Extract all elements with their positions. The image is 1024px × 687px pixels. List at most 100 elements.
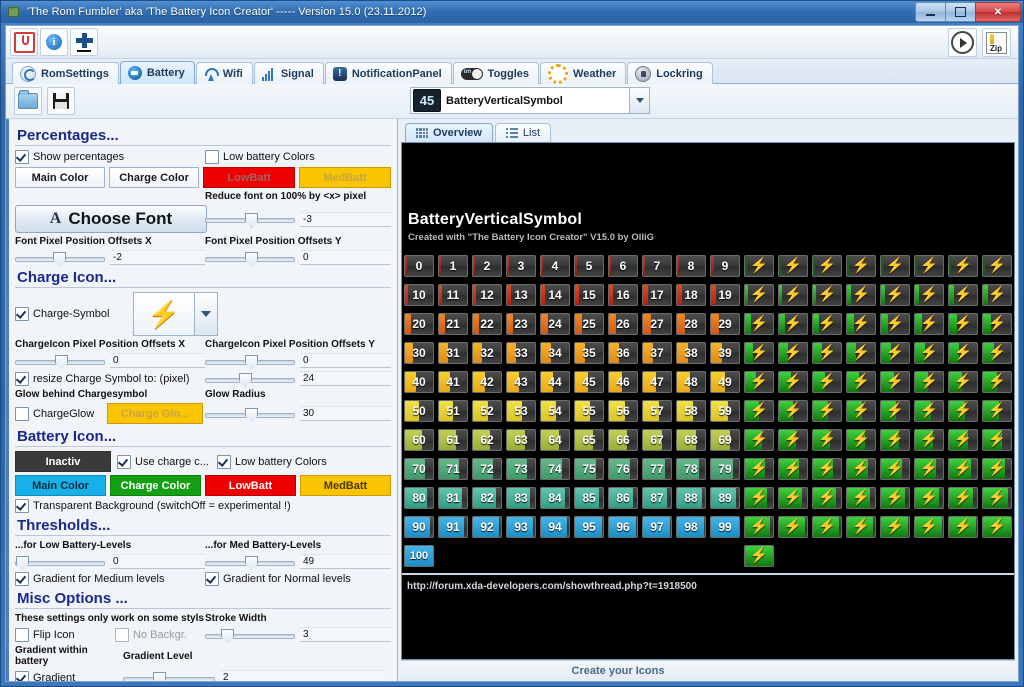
slider-knob[interactable] [55, 354, 68, 370]
battery-charging-cell[interactable]: ⚡ [912, 427, 946, 453]
battery-cell[interactable]: 60 [402, 427, 436, 453]
battery-cell[interactable]: 73 [504, 456, 538, 482]
battery-cell[interactable]: 13 [504, 282, 538, 308]
battery-charging-cell[interactable]: ⚡ [742, 340, 776, 366]
battery-charging-cell[interactable]: ⚡ [980, 398, 1014, 424]
battery-cell[interactable]: 6 [606, 253, 640, 279]
battery-cell[interactable]: 78 [674, 456, 708, 482]
gradient-medium-checkbox[interactable]: Gradient for Medium levels [15, 572, 205, 586]
battery-charging-cell[interactable]: ⚡ [742, 253, 776, 279]
gradient-level-slider[interactable] [123, 671, 215, 681]
battery-charging-cell[interactable]: ⚡ [912, 282, 946, 308]
battery-charging-cell[interactable]: ⚡ [776, 340, 810, 366]
glow-radius-slider[interactable] [205, 407, 295, 423]
battery-charging-cell[interactable]: ⚡ [776, 514, 810, 540]
battery-cell[interactable]: 100 [402, 543, 436, 569]
battery-charging-cell[interactable]: ⚡ [844, 456, 878, 482]
battery-charging-cell[interactable]: ⚡ [912, 253, 946, 279]
battery-charging-cell[interactable]: ⚡ [742, 456, 776, 482]
battery-charge-color-button[interactable]: Charge Color [110, 475, 201, 496]
battery-cell[interactable]: 86 [606, 485, 640, 511]
battery-charging-cell[interactable]: ⚡ [810, 398, 844, 424]
tab-lockring[interactable]: Lockring [627, 62, 713, 84]
battery-cell[interactable]: 8 [674, 253, 708, 279]
reduce-font-slider[interactable] [205, 212, 295, 228]
chargeicon-offset-x-slider[interactable] [15, 354, 105, 370]
battery-cell[interactable]: 68 [674, 427, 708, 453]
battery-charging-cell[interactable]: ⚡ [844, 340, 878, 366]
battery-charging-cell[interactable]: ⚡ [980, 253, 1014, 279]
battery-charging-cell[interactable]: ⚡ [912, 369, 946, 395]
chevron-down-icon[interactable] [630, 87, 650, 114]
battery-charging-cell[interactable]: ⚡ [742, 543, 776, 569]
battery-cell[interactable]: 41 [436, 369, 470, 395]
slider-knob[interactable] [53, 251, 66, 267]
battery-cell[interactable]: 26 [606, 311, 640, 337]
battery-cell[interactable]: 9 [708, 253, 742, 279]
battery-charging-cell[interactable]: ⚡ [776, 456, 810, 482]
battery-charging-cell[interactable]: ⚡ [844, 398, 878, 424]
battery-charging-cell[interactable]: ⚡ [980, 514, 1014, 540]
battery-charging-cell[interactable]: ⚡ [844, 253, 878, 279]
charge-symbol-dropdown[interactable] [195, 292, 218, 336]
battery-cell[interactable]: 71 [436, 456, 470, 482]
battery-charging-cell[interactable]: ⚡ [742, 369, 776, 395]
battery-cell[interactable]: 35 [572, 340, 606, 366]
battery-cell[interactable]: 54 [538, 398, 572, 424]
battery-cell[interactable]: 40 [402, 369, 436, 395]
battery-cell[interactable]: 70 [402, 456, 436, 482]
tab-wifi[interactable]: Wifi [195, 62, 253, 84]
tab-notificationpanel[interactable]: NotificationPanel [324, 62, 452, 84]
battery-cell[interactable]: 64 [538, 427, 572, 453]
slider-knob[interactable] [16, 555, 29, 571]
flip-icon-checkbox[interactable]: Flip Icon [15, 627, 115, 642]
choose-font-button[interactable]: A Choose Font [15, 205, 207, 233]
battery-cell[interactable]: 89 [708, 485, 742, 511]
battery-cell[interactable]: 98 [674, 514, 708, 540]
battery-main-color-button[interactable]: Main Color [15, 475, 106, 496]
battery-charging-cell[interactable]: ⚡ [810, 514, 844, 540]
battery-cell[interactable]: 75 [572, 456, 606, 482]
battery-cell[interactable]: 79 [708, 456, 742, 482]
battery-cell[interactable]: 58 [674, 398, 708, 424]
battery-charging-cell[interactable]: ⚡ [742, 427, 776, 453]
battery-charging-cell[interactable]: ⚡ [776, 427, 810, 453]
battery-charging-cell[interactable]: ⚡ [980, 369, 1014, 395]
no-background-checkbox[interactable]: No Backgr. [115, 627, 187, 642]
battery-cell[interactable]: 65 [572, 427, 606, 453]
add-button[interactable] [70, 28, 98, 56]
battery-cell[interactable]: 38 [674, 340, 708, 366]
battery-charging-cell[interactable]: ⚡ [878, 514, 912, 540]
battery-charging-cell[interactable]: ⚡ [912, 456, 946, 482]
battery-charging-cell[interactable]: ⚡ [844, 485, 878, 511]
battery-cell[interactable]: 96 [606, 514, 640, 540]
percentages-medbatt-button[interactable]: MedBatt [299, 167, 391, 188]
battery-cell[interactable]: 74 [538, 456, 572, 482]
battery-charging-cell[interactable]: ⚡ [946, 427, 980, 453]
battery-charging-cell[interactable]: ⚡ [844, 369, 878, 395]
battery-charging-cell[interactable]: ⚡ [810, 311, 844, 337]
battery-cell[interactable]: 19 [708, 282, 742, 308]
battery-cell[interactable]: 52 [470, 398, 504, 424]
battery-cell[interactable]: 37 [640, 340, 674, 366]
battery-charging-cell[interactable]: ⚡ [878, 340, 912, 366]
battery-cell[interactable]: 33 [504, 340, 538, 366]
battery-charging-cell[interactable]: ⚡ [946, 253, 980, 279]
stroke-width-slider[interactable] [205, 628, 295, 644]
battery-charging-cell[interactable]: ⚡ [742, 398, 776, 424]
run-button[interactable] [948, 28, 977, 57]
battery-charging-cell[interactable]: ⚡ [844, 311, 878, 337]
battery-charging-cell[interactable]: ⚡ [810, 427, 844, 453]
font-offset-y-slider[interactable] [205, 251, 295, 267]
battery-cell[interactable]: 57 [640, 398, 674, 424]
battery-charging-cell[interactable]: ⚡ [980, 427, 1014, 453]
style-selector[interactable]: 45 BatteryVerticalSymbol [410, 87, 650, 114]
battery-cell[interactable]: 51 [436, 398, 470, 424]
minimize-button[interactable] [915, 2, 945, 22]
battery-cell[interactable]: 14 [538, 282, 572, 308]
battery-cell[interactable]: 16 [606, 282, 640, 308]
battery-charging-cell[interactable]: ⚡ [946, 456, 980, 482]
threshold-med-value[interactable]: 49 [300, 554, 391, 569]
battery-charging-cell[interactable]: ⚡ [776, 398, 810, 424]
open-button[interactable] [14, 87, 42, 115]
